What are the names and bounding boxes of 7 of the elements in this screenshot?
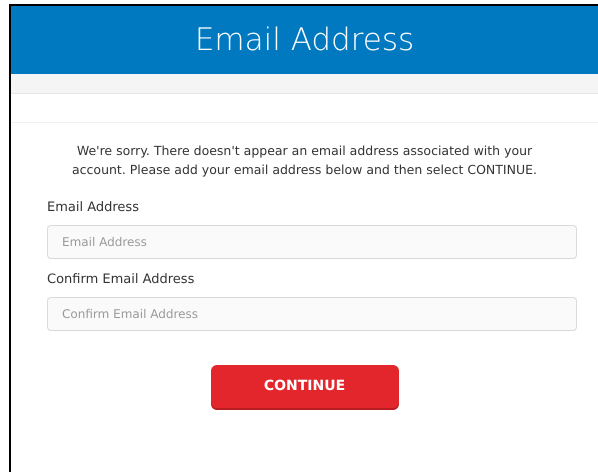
input-field[interactable]: Confirm Email Address [47,297,577,331]
field-label: Email Address [47,199,140,217]
info-message: We're sorry. There doesn't appear an email address associated with your account. Please add your email address below and then select CONTINUE. [71,142,538,179]
page-title: Email Address [194,24,414,56]
input-field[interactable]: Email Address [47,225,577,259]
continue-button[interactable]: CONTINUE [210,365,398,408]
field-label: Confirm Email Address [47,271,196,289]
